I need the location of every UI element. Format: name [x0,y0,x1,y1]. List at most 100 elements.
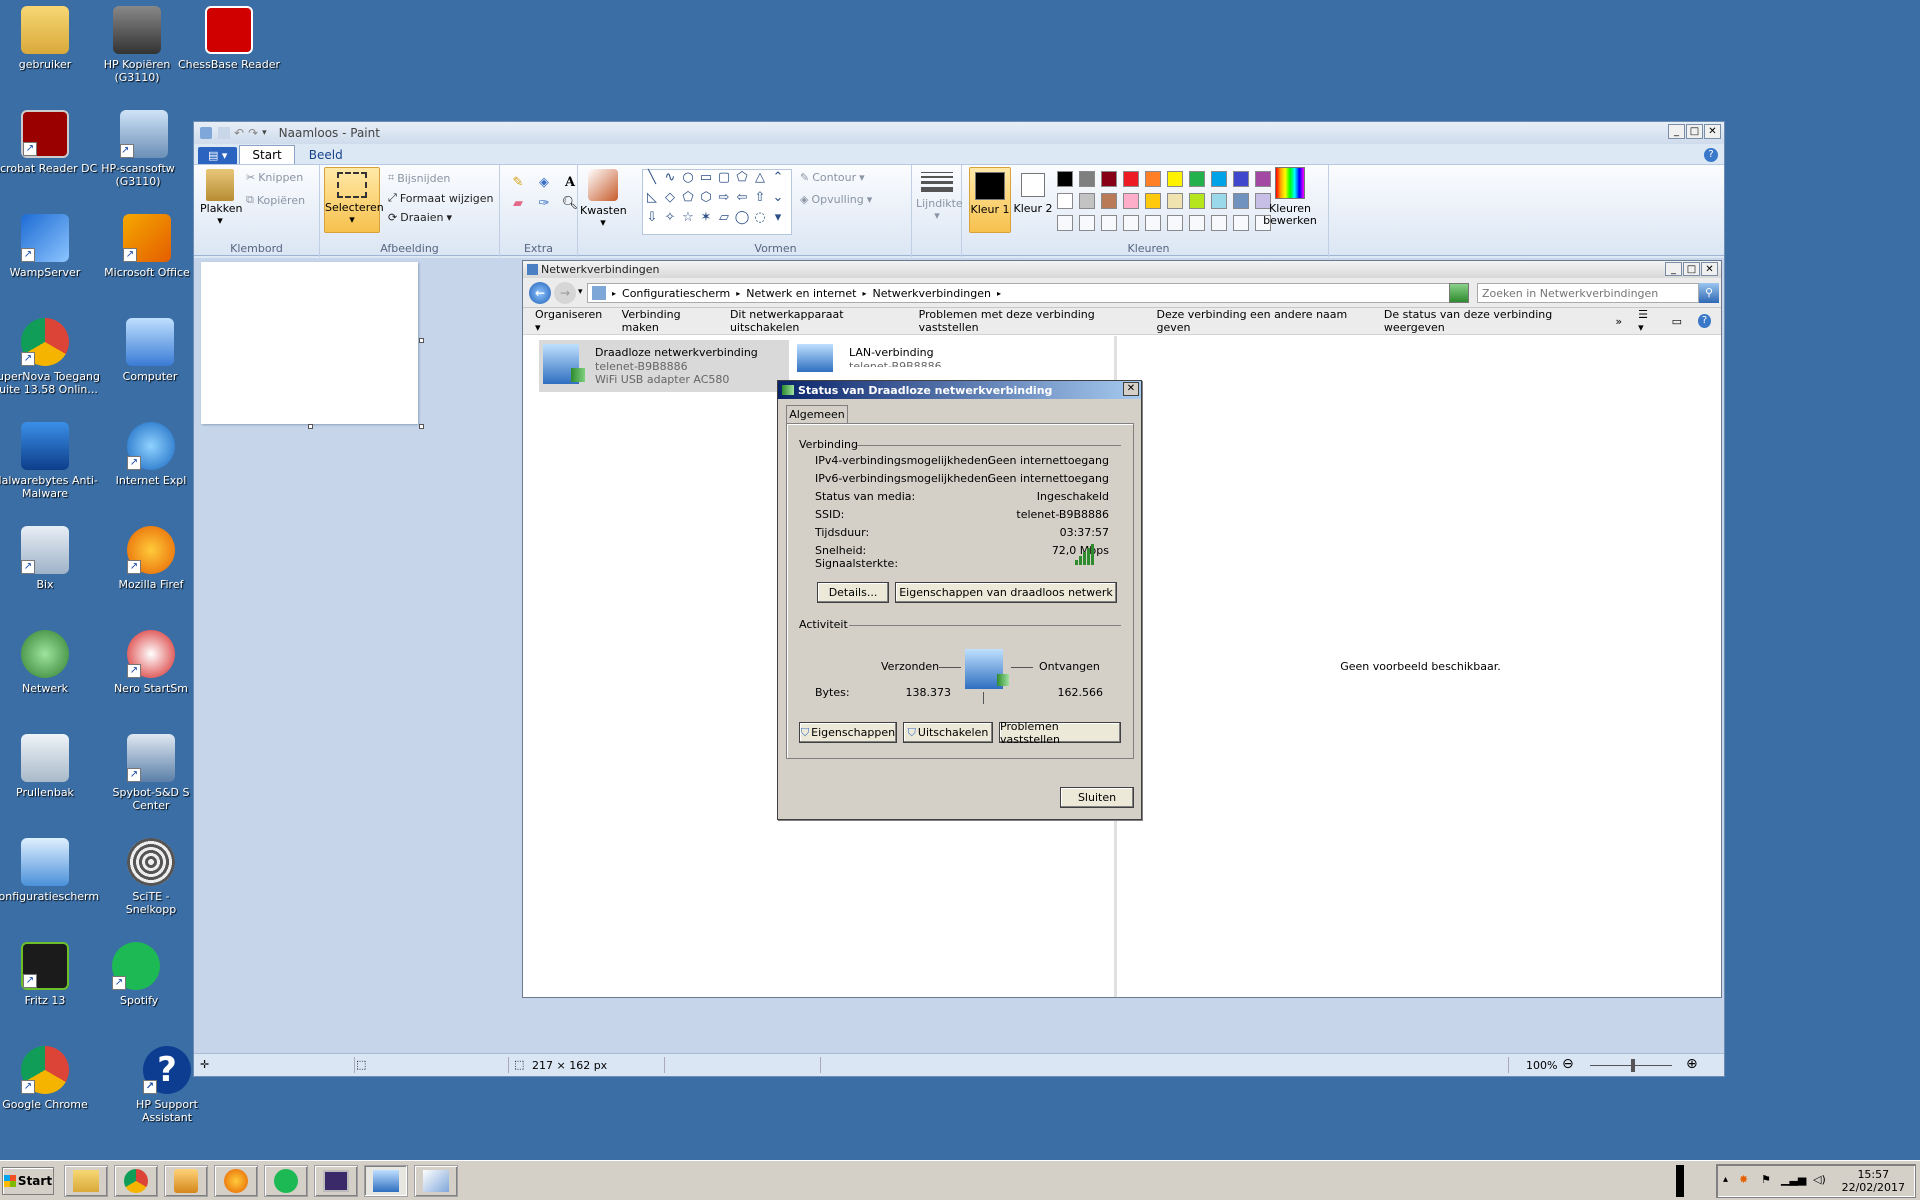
contour-button[interactable]: ✎ Contour ▾ [800,171,865,184]
desktop-icon-wampserver[interactable]: ↗ WampServer [0,214,100,279]
forward-icon[interactable]: → [554,282,576,304]
taskbar-media-player[interactable] [164,1165,208,1197]
copy-button[interactable]: ⧉ Kopiëren [246,193,305,207]
cut-button[interactable]: ✂ Knippen [246,171,303,184]
quick-access-dropdown-icon[interactable]: ▾ [262,128,267,138]
wireless-properties-button[interactable]: Eigenschappen van draadloos netwerk [895,582,1117,603]
minimize-button[interactable]: _ [1665,262,1682,276]
paint-titlebar[interactable]: ↶ ↷ ▾ Naamloos - Paint [194,122,1724,144]
view-options-icon[interactable]: ☰ ▾ [1638,308,1656,334]
palette-swatch[interactable] [1167,171,1183,187]
desktop-icon-scite[interactable]: SciTE - Snelkopp [110,838,192,916]
breadcrumb-item[interactable]: Netwerk en internet [746,287,856,300]
color1-button[interactable]: Kleur 1 [969,167,1011,233]
tab-view[interactable]: Beeld [297,146,355,164]
desktop-icon-hp-scan[interactable]: ↗ HP-scansoftw (G3110) [100,110,176,188]
wireless-status-dialog[interactable]: Status van Draadloze netwerkverbinding ✕… [777,380,1142,820]
palette-swatch[interactable] [1233,193,1249,209]
palette-swatch[interactable] [1211,193,1227,209]
desktop-icon-ie[interactable]: ↗ Internet Expl [110,422,192,487]
desktop-icon-network[interactable]: Netwerk [0,630,100,695]
desktop-icon-nero[interactable]: ↗ Nero StartSm [110,630,192,695]
breadcrumb[interactable]: ▸ Configuratiescherm ▸ Netwerk en interne… [587,283,1467,303]
desktop-icon-control-panel[interactable]: Configuratiescherm [0,838,100,903]
minimize-button[interactable]: _ [1668,124,1685,139]
palette-swatch[interactable] [1189,171,1205,187]
zoom-in-icon[interactable]: ⊕ [1686,1056,1698,1072]
shapes-gallery[interactable]: ╲ ∿ ○ ▭ ▢ ⬠ △ ⌃ ◺ ◇ ⬠ ⬡ ⇨ ⇦ ⇧ ⌄ ⇩ ✧ ☆ ✶ ▱ ◯ ◌ ▾ [642,169,792,235]
desktop-icon-supernova[interactable]: ↗ SuperNova Toegang Suite 13.58 Onlin... [0,318,100,396]
text-icon[interactable]: A [560,175,580,190]
desktop-icon-spybot[interactable]: ↗ Spybot-S&D S Center [110,734,192,812]
palette-swatch[interactable] [1123,193,1139,209]
palette-swatch[interactable] [1123,171,1139,187]
dialog-close-button[interactable]: ✕ [1123,382,1139,396]
start-button[interactable]: Start [2,1167,54,1195]
taskbar-paint[interactable] [414,1165,458,1197]
taskbar-network-connections[interactable] [364,1165,408,1197]
history-dropdown-icon[interactable]: ▾ [578,287,583,297]
palette-swatch[interactable] [1057,171,1073,187]
palette-swatch-empty[interactable] [1079,215,1095,231]
color-picker-icon[interactable]: ✑ [534,196,554,211]
palette-swatch-empty[interactable] [1211,215,1227,231]
palette-swatch[interactable] [1145,193,1161,209]
details-button[interactable]: Details... [817,582,889,603]
fill-icon[interactable]: ◈ [534,175,554,190]
maximize-button[interactable]: □ [1686,124,1703,139]
taskbar-explorer[interactable] [64,1165,108,1197]
more-commands-button[interactable]: » [1615,315,1622,328]
pencil-icon[interactable]: ✎ [508,175,528,190]
palette-swatch-empty[interactable] [1167,215,1183,231]
view-status-button[interactable]: De status van deze verbinding weergeven [1384,308,1600,334]
resize-button[interactable]: ⤢ Formaat wijzigen [388,191,493,205]
color2-button[interactable]: Kleur 2 [1013,167,1053,215]
diagnose-button[interactable]: Problemen vaststellen [999,720,1121,746]
dialog-titlebar[interactable]: Status van Draadloze netwerkverbinding ✕ [778,381,1141,399]
diagnose-button[interactable]: Problemen met deze verbinding vaststelle… [919,308,1141,334]
desktop-icon-firefox[interactable]: ↗ Mozilla Firef [110,526,192,591]
search-input[interactable] [1477,283,1699,303]
edit-colors-button[interactable]: Kleuren bewerken [1261,167,1319,227]
drawing-canvas[interactable] [201,262,418,424]
resize-handle-right[interactable] [419,338,424,343]
desktop-icon-malwarebytes[interactable]: Malwarebytes Anti-Malware [0,422,100,500]
desktop-icon-fritz[interactable]: ↗ Fritz 13 [0,942,100,1007]
close-button[interactable]: ✕ [1701,262,1718,276]
maximize-button[interactable]: □ [1683,262,1700,276]
crop-button[interactable]: ⌗ Bijsnijden [388,171,450,185]
desktop-icon-google-chrome[interactable]: ↗ Google Chrome [0,1046,100,1111]
zoom-out-icon[interactable]: ⊖ [1562,1056,1574,1072]
help-icon[interactable]: ? [1698,314,1711,328]
volume-icon[interactable]: ◁) [1813,1173,1826,1186]
zoom-slider-thumb[interactable] [1631,1059,1635,1072]
wifi-icon[interactable]: ▁▃▅ [1781,1173,1806,1186]
paint-menu-button[interactable]: ▤ ▾ [198,147,238,164]
paste-button[interactable]: Plakken ▾ [200,169,243,227]
taskbar-chrome[interactable] [114,1165,158,1197]
palette-swatch-empty[interactable] [1233,215,1249,231]
magnifier-icon[interactable]: 🔍︎ [560,196,580,211]
redo-icon[interactable]: ↷ [248,126,258,140]
rename-button[interactable]: Deze verbinding een andere naam geven [1156,308,1367,334]
avast-icon[interactable]: ✸ [1739,1173,1748,1186]
resize-handle-bottom[interactable] [308,424,313,429]
disable-device-button[interactable]: Dit netwerkapparaat uitschakelen [730,308,903,334]
palette-swatch-empty[interactable] [1123,215,1139,231]
palette-swatch[interactable] [1145,171,1161,187]
back-icon[interactable]: ← [529,282,551,304]
desktop-icon-recycle-bin[interactable]: Prullenbak [0,734,100,799]
rotate-button[interactable]: ⟳ Draaien ▾ [388,211,452,224]
save-icon[interactable] [218,127,230,139]
disable-button[interactable]: ⛉ Uitschakelen [903,722,993,743]
tab-start[interactable]: Start [239,145,295,164]
search-icon[interactable]: ⚲ [1699,283,1719,303]
refresh-icon[interactable] [1449,283,1469,303]
tab-general[interactable]: Algemeen [786,405,848,424]
close-dialog-button[interactable]: Sluiten [1060,787,1134,808]
desktop-icon-computer[interactable]: Computer [110,318,190,383]
show-hidden-icons[interactable]: ▴ [1723,1174,1728,1185]
breadcrumb-item[interactable]: Configuratiescherm [622,287,730,300]
close-button[interactable]: ✕ [1704,124,1721,139]
palette-swatch[interactable] [1079,171,1095,187]
